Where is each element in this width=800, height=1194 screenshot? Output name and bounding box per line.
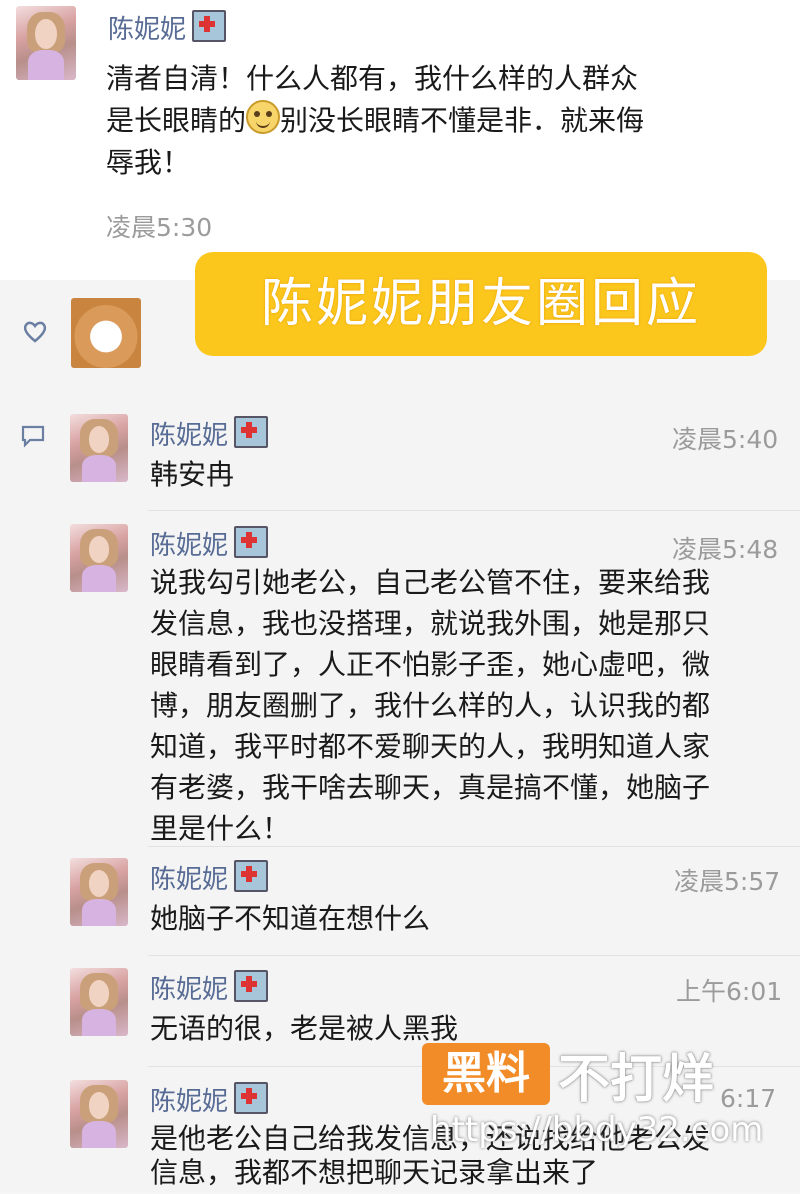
comment-author[interactable]: 陈妮妮 (150, 970, 269, 1003)
hospital-badge-icon (234, 416, 269, 448)
comment-divider (148, 846, 800, 847)
comment-text-line: 有老婆，我干啥去聊天，真是搞不懂，她脑子 (150, 771, 711, 804)
comment-time: 凌晨5:40 (672, 425, 779, 454)
comment-text-line: 知道，我平时都不爱聊天的人，我明知道人家 (150, 730, 711, 763)
comment-author[interactable]: 陈妮妮 (150, 1082, 269, 1115)
comment-text: 她脑子不知道在想什么 (150, 902, 431, 935)
comment-time: 上午6:01 (676, 977, 783, 1006)
hospital-badge-icon (234, 1082, 269, 1114)
hospital-badge-icon (234, 860, 269, 892)
comment-time: 6:17 (720, 1084, 777, 1113)
post-text-line-3: 辱我！ (106, 146, 191, 179)
post-text-line-2: 是长眼睛的 别没长眼睛不懂是非．就来侮 (106, 100, 644, 142)
watermark-text: 不打烊 (558, 1049, 715, 1110)
hospital-badge-icon (192, 10, 227, 42)
comment-divider (148, 510, 800, 511)
hospital-badge-icon (234, 970, 269, 1002)
comment-author[interactable]: 陈妮妮 (150, 860, 269, 893)
smile-emoji-icon (246, 100, 281, 134)
comment-time: 凌晨5:57 (674, 867, 781, 896)
comment-text-line: 里是什么！ (150, 812, 291, 845)
moments-post: 陈妮妮 清者自清！什么人都有，我什么样的人群众 是长眼睛的 别没长眼睛不懂是非．就… (0, 0, 800, 280)
comment-text-line: 发信息，我也没搭理，就说我外围，她是那只 (150, 607, 711, 640)
title-banner: 陈妮妮朋友圈回应 (195, 252, 767, 356)
comment-avatar[interactable] (70, 1080, 128, 1148)
comment-text: 韩安冉 (150, 458, 235, 491)
comment-author[interactable]: 陈妮妮 (150, 526, 269, 559)
author-avatar[interactable] (16, 6, 76, 80)
liker-avatar-dog[interactable] (71, 298, 141, 368)
watermark-box: 黑料 (422, 1043, 550, 1105)
post-author-name[interactable]: 陈妮妮 (108, 10, 227, 43)
comment-avatar[interactable] (70, 968, 128, 1036)
watermark-logo: 黑料 不打烊 (422, 1043, 714, 1110)
comment-bubble-icon (21, 425, 45, 448)
comment-avatar[interactable] (70, 414, 128, 482)
watermark-url: https://bbdy32.com (430, 1110, 764, 1150)
comment-avatar[interactable] (70, 524, 128, 592)
comment-avatar[interactable] (70, 858, 128, 926)
comment-text-line: 说我勾引她老公，自己老公管不住，要来给我 (150, 566, 711, 599)
comment-divider (148, 955, 800, 956)
post-text-line-1: 清者自清！什么人都有，我什么样的人群众 (106, 62, 639, 95)
comment-text-line: 博，朋友圈删了，我什么样的人，认识我的都 (150, 689, 711, 722)
comment-author[interactable]: 陈妮妮 (150, 416, 269, 449)
comment-text: 无语的很，老是被人黑我 (150, 1012, 459, 1045)
hospital-badge-icon (234, 526, 269, 558)
post-time: 凌晨5:30 (106, 213, 213, 242)
heart-outline-icon (23, 321, 47, 343)
comment-text-line: 眼睛看到了，人正不怕影子歪，她心虚吧，微 (150, 648, 711, 681)
comment-time: 凌晨5:48 (672, 535, 779, 564)
comment-text-line: 信息，我都不想把聊天记录拿出来了 (150, 1156, 599, 1189)
